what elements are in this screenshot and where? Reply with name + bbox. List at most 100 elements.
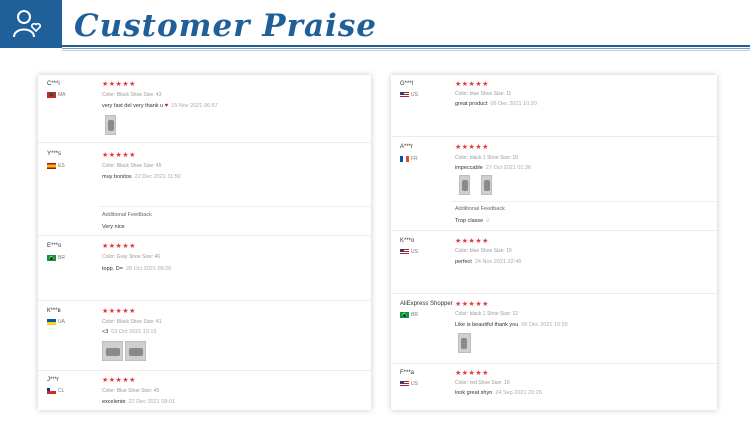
flag-br-icon — [400, 312, 409, 318]
reviews-panel-left: C***i MA ★★★★★ Color: Black Shoe Size: 4… — [38, 75, 371, 410]
reviewer-name: K***o — [400, 238, 415, 244]
review-photo[interactable] — [102, 341, 123, 361]
logo-badge — [0, 0, 62, 48]
product-variant: Color: black 1 Shoe Size: 10 — [455, 155, 519, 161]
star-rating: ★★★★★ — [455, 238, 489, 245]
reviewer-name: J***r — [47, 377, 60, 383]
header-rule — [62, 45, 750, 47]
reviewer-name: C***i — [47, 81, 60, 87]
product-variant: Color: blue Shoe Size: 10 — [455, 248, 512, 254]
additional-feedback-label: Additional Feedback — [455, 206, 505, 212]
country-code: UA — [58, 319, 65, 325]
reviews-panel-right: G***l US ★★★★★ Color: blue Shoe Size: 11… — [391, 75, 717, 410]
review-comment: <3 03 Oct 2021 10:15 — [102, 329, 157, 335]
country-code: US — [411, 381, 418, 387]
review-photo[interactable] — [458, 333, 471, 353]
country-code: US — [411, 92, 418, 98]
review-item: G***l US ★★★★★ Color: blue Shoe Size: 11… — [391, 75, 717, 137]
user-heart-icon — [13, 10, 41, 38]
country-code: ES — [58, 163, 65, 169]
reviewer-country: US — [400, 249, 418, 255]
review-photo[interactable] — [459, 175, 470, 195]
review-item: Y***s ES ★★★★★ Color: Black Shoe Size: 4… — [38, 143, 371, 236]
reviewer-name: E***o — [47, 243, 62, 249]
product-variant: Color: Black Shoe Size: 45 — [102, 163, 162, 169]
reviewer-country: US — [400, 381, 418, 387]
page-title: Customer Praise — [74, 8, 377, 44]
smile-icon: ☺ — [484, 218, 491, 224]
review-item: J***r CL ★★★★★ Color: Blue Shoe Size: 45… — [38, 371, 371, 410]
additional-feedback-text: Very nice — [102, 224, 125, 230]
page-header: Customer Praise — [0, 0, 750, 62]
review-comment: muy bonitos 22 Dec 2021 11:50 — [102, 174, 181, 180]
review-date: 22 Dec 2021 11:50 — [134, 174, 181, 180]
flag-br-icon — [47, 255, 56, 261]
heart-icon: ♥ — [164, 103, 169, 109]
review-date: 06 Dec 2021 10:20 — [490, 101, 537, 107]
review-comment: excelente 22 Dec 2021 08:01 — [102, 399, 176, 405]
reviewer-country: ES — [47, 163, 65, 169]
star-rating: ★★★★★ — [102, 243, 136, 250]
flag-us-icon — [400, 249, 409, 255]
reviewer-country: BR — [400, 312, 418, 318]
review-item: К***в UA ★★★★★ Color: Black Shoe Size: 4… — [38, 301, 371, 371]
flag-es-icon — [47, 163, 56, 169]
reviewer-country: US — [400, 92, 418, 98]
star-rating: ★★★★★ — [455, 301, 489, 308]
reviewer-country: FR — [400, 156, 418, 162]
reviewer-name: AliExpress Shopper — [400, 301, 453, 307]
review-date: 27 Oct 2021 01:36 — [485, 165, 532, 171]
header-rule-2 — [62, 48, 750, 49]
review-photo[interactable] — [105, 115, 116, 135]
review-item: C***i MA ★★★★★ Color: Black Shoe Size: 4… — [38, 75, 371, 143]
review-item: E***o BR ★★★★★ Color: Gray Shoe Size: 46… — [38, 236, 371, 301]
review-comment: perfect 24 Nov 2021 22:46 — [455, 259, 522, 265]
flag-cl-icon — [47, 388, 56, 394]
additional-feedback-label: Additional Feedback — [102, 212, 152, 218]
star-rating: ★★★★★ — [102, 81, 136, 88]
star-rating: ★★★★★ — [455, 81, 489, 88]
product-variant: Color: Black Shoe Size: 41 — [102, 319, 162, 325]
star-rating: ★★★★★ — [102, 152, 136, 159]
divider — [98, 206, 371, 207]
reviewer-name: F***a — [400, 370, 415, 376]
review-photo[interactable] — [481, 175, 492, 195]
reviewer-name: Y***s — [47, 151, 62, 157]
review-date: 03 Oct 2021 10:15 — [111, 329, 157, 335]
country-code: BR — [411, 312, 418, 318]
flag-us-icon — [400, 92, 409, 98]
review-date: 15 Nov 2021 06:57 — [171, 103, 218, 109]
flag-us-icon — [400, 381, 409, 387]
country-code: MA — [58, 92, 66, 98]
review-date: 24 Nov 2021 22:46 — [474, 259, 522, 265]
reviewer-country: BR — [47, 255, 65, 261]
reviewer-name: G***l — [400, 81, 414, 87]
reviewer-country: UA — [47, 319, 65, 325]
star-rating: ★★★★★ — [455, 370, 489, 377]
review-item: AliExpress Shopper BR ★★★★★ Color: black… — [391, 294, 717, 364]
divider — [451, 201, 717, 202]
reviewer-name: A***r — [400, 144, 414, 150]
country-code: FR — [411, 156, 418, 162]
star-rating: ★★★★★ — [455, 144, 489, 151]
product-variant: Color: red Shoe Size: 10 — [455, 380, 510, 386]
additional-feedback-text: Trop classe ☺ — [455, 218, 491, 224]
header-rule-3 — [62, 50, 750, 51]
review-comment: topp. D= 28 Oct 2021 09:26 — [102, 266, 172, 272]
review-item: K***o US ★★★★★ Color: blue Shoe Size: 10… — [391, 231, 717, 294]
review-photo[interactable] — [125, 341, 146, 361]
flag-ma-icon — [47, 92, 56, 98]
product-variant: Color: Black Shoe Size: 43 — [102, 92, 162, 98]
review-date: 22 Dec 2021 08:01 — [128, 399, 176, 405]
flag-ua-icon — [47, 319, 56, 325]
review-comment: very fast del very thank u ♥ 15 Nov 2021 … — [102, 103, 218, 109]
review-item: A***r FR ★★★★★ Color: black 1 Shoe Size:… — [391, 137, 717, 231]
reviewer-country: CL — [47, 388, 64, 394]
review-date: 06 Dec 2021 15:55 — [521, 322, 568, 328]
review-date: 24 Sep 2021 20:26 — [495, 390, 542, 396]
star-rating: ★★★★★ — [102, 377, 136, 384]
review-date: 28 Oct 2021 09:26 — [125, 266, 172, 272]
product-variant: Color: blue Shoe Size: 11 — [455, 91, 512, 97]
review-item: F***a US ★★★★★ Color: red Shoe Size: 10 … — [391, 364, 717, 410]
product-variant: Color: Blue Shoe Size: 45 — [102, 388, 160, 394]
